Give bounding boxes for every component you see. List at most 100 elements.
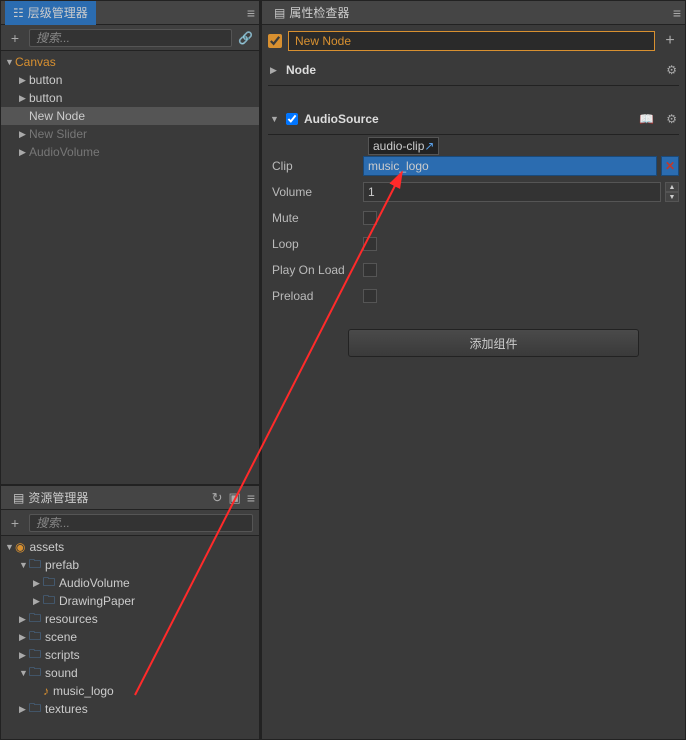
chevron-right-icon: ▶ [19,632,29,643]
clip-field[interactable]: music_logo [363,156,657,176]
inspector-body: + ▶ Node ⚙ ▼ AudioSource 📖 ⚙ [262,25,685,739]
tree-item-label: button [29,73,62,87]
node-name-input[interactable] [288,31,655,51]
hierarchy-icon: ☷ [13,6,24,20]
chevron-right-icon: ▶ [19,650,29,661]
clip-type-tag: audio-clip↗ [368,137,439,155]
node-section-title: Node [286,63,316,77]
tree-item-label: DrawingPaper [59,594,135,608]
node-enable-checkbox[interactable] [268,34,282,48]
assets-tree: ▼ ◉ assets ▼ 🗀 prefab ▶ 🗀 AudioVolume ▶ … [1,536,259,739]
tree-folder-sound[interactable]: ▼ 🗀 sound [1,664,259,682]
gear-icon[interactable]: ⚙ [666,112,677,126]
tree-item-new-node[interactable]: New Node [1,107,259,125]
assets-tab[interactable]: ▤ 资源管理器 [5,486,96,510]
tree-item-label: scripts [45,648,80,662]
link-icon[interactable]: 🔗 [238,31,253,45]
chevron-right-icon: ▶ [19,147,29,158]
tree-folder-audiovolume[interactable]: ▶ 🗀 AudioVolume [1,574,259,592]
chevron-down-icon: ▼ [19,560,29,570]
spinner-down[interactable]: ▼ [665,192,679,202]
audiosource-enable-checkbox[interactable] [286,113,298,125]
help-icon[interactable]: 📖 [639,112,654,126]
tree-folder-scene[interactable]: ▶ 🗀 scene [1,628,259,646]
chevron-right-icon: ▶ [270,65,280,76]
hierarchy-menu-icon[interactable]: ≡ [247,5,255,21]
loop-label: Loop [268,237,363,251]
new-asset-icon[interactable]: ▣ [229,490,241,506]
tree-item-label: resources [45,612,98,626]
tree-folder-scripts[interactable]: ▶ 🗀 scripts [1,646,259,664]
chevron-down-icon: ▼ [5,57,15,67]
chevron-right-icon: ▶ [19,129,29,140]
tree-item-button[interactable]: ▶ button [1,89,259,107]
hierarchy-search-input[interactable]: 搜索... [29,29,232,47]
tree-item-button[interactable]: ▶ button [1,71,259,89]
hierarchy-tree: ▼ Canvas ▶ button ▶ button New Node ▶ Ne… [1,51,259,484]
chevron-down-icon: ▼ [270,114,280,124]
tree-item-label: music_logo [53,684,114,698]
tree-item-audio-volume[interactable]: ▶ AudioVolume [1,143,259,161]
tree-folder-prefab[interactable]: ▼ 🗀 prefab [1,556,259,574]
preload-label: Preload [268,289,363,303]
audiosource-section-header[interactable]: ▼ AudioSource 📖 ⚙ [268,108,679,130]
hierarchy-add-button[interactable]: + [7,30,23,46]
assets-header: ▤ 资源管理器 ↻ ▣ ≡ [1,486,259,510]
chevron-right-icon: ▶ [19,93,29,104]
spinner-up[interactable]: ▲ [665,182,679,192]
loop-checkbox[interactable] [363,237,377,251]
tree-folder-textures[interactable]: ▶ 🗀 textures [1,700,259,718]
assets-search-input[interactable]: 搜索... [29,514,253,532]
node-section-header[interactable]: ▶ Node ⚙ [268,59,679,81]
playonload-checkbox[interactable] [363,263,377,277]
tree-item-label: button [29,91,62,105]
add-component-button[interactable]: 添加组件 [348,329,639,357]
tree-item-label: assets [29,540,64,554]
inspector-header: ▤ 属性检查器 ≡ [262,1,685,25]
tree-item-label: scene [45,630,77,644]
assets-add-button[interactable]: + [7,515,23,531]
tree-asset-music-logo[interactable]: ♪ music_logo [1,682,259,700]
assets-title: 资源管理器 [28,489,88,506]
chevron-right-icon: ▶ [33,578,43,589]
hierarchy-title: 层级管理器 [28,4,88,21]
tree-item-label: sound [45,666,78,680]
tree-assets-root[interactable]: ▼ ◉ assets [1,538,259,556]
assets-root-icon: ◉ [15,540,25,554]
audiosource-section-title: AudioSource [304,112,379,126]
volume-input[interactable] [363,182,661,202]
chevron-down-icon: ▼ [5,542,15,552]
playonload-label: Play On Load [268,263,363,277]
folder-icon: 🗀 [29,699,41,720]
tree-item-label: AudioVolume [29,145,100,159]
canvas-label: Canvas [15,55,56,69]
tree-canvas[interactable]: ▼ Canvas [1,53,259,71]
tree-item-label: AudioVolume [59,576,130,590]
preload-checkbox[interactable] [363,289,377,303]
add-component-plus[interactable]: + [661,32,679,50]
chevron-right-icon: ▶ [33,596,43,607]
tree-folder-resources[interactable]: ▶ 🗀 resources [1,610,259,628]
hierarchy-toolbar: + 搜索... 🔗 [1,25,259,51]
tree-item-new-slider[interactable]: ▶ New Slider [1,125,259,143]
refresh-icon[interactable]: ↻ [212,490,223,506]
folder-icon: 🗀 [29,663,41,684]
tree-item-label: prefab [45,558,79,572]
tree-item-label: New Slider [29,127,87,141]
clip-clear-button[interactable]: ✕ [661,156,679,176]
chevron-right-icon: ▶ [19,75,29,86]
chevron-right-icon: ▶ [19,614,29,625]
hierarchy-tab[interactable]: ☷ 层级管理器 [5,1,96,25]
tree-item-label: textures [45,702,88,716]
folder-icon: 🗀 [43,591,55,612]
inspector-title: 属性检查器 [289,4,349,21]
clip-label: Clip [268,159,363,173]
mute-checkbox[interactable] [363,211,377,225]
clip-value: music_logo [368,159,429,173]
tree-folder-drawingpaper[interactable]: ▶ 🗀 DrawingPaper [1,592,259,610]
assets-menu-icon[interactable]: ≡ [247,490,255,506]
inspector-menu-icon[interactable]: ≡ [673,5,681,21]
gear-icon[interactable]: ⚙ [666,63,677,77]
tree-item-label: New Node [29,109,85,123]
inspector-tab[interactable]: ▤ 属性检查器 [266,1,357,25]
